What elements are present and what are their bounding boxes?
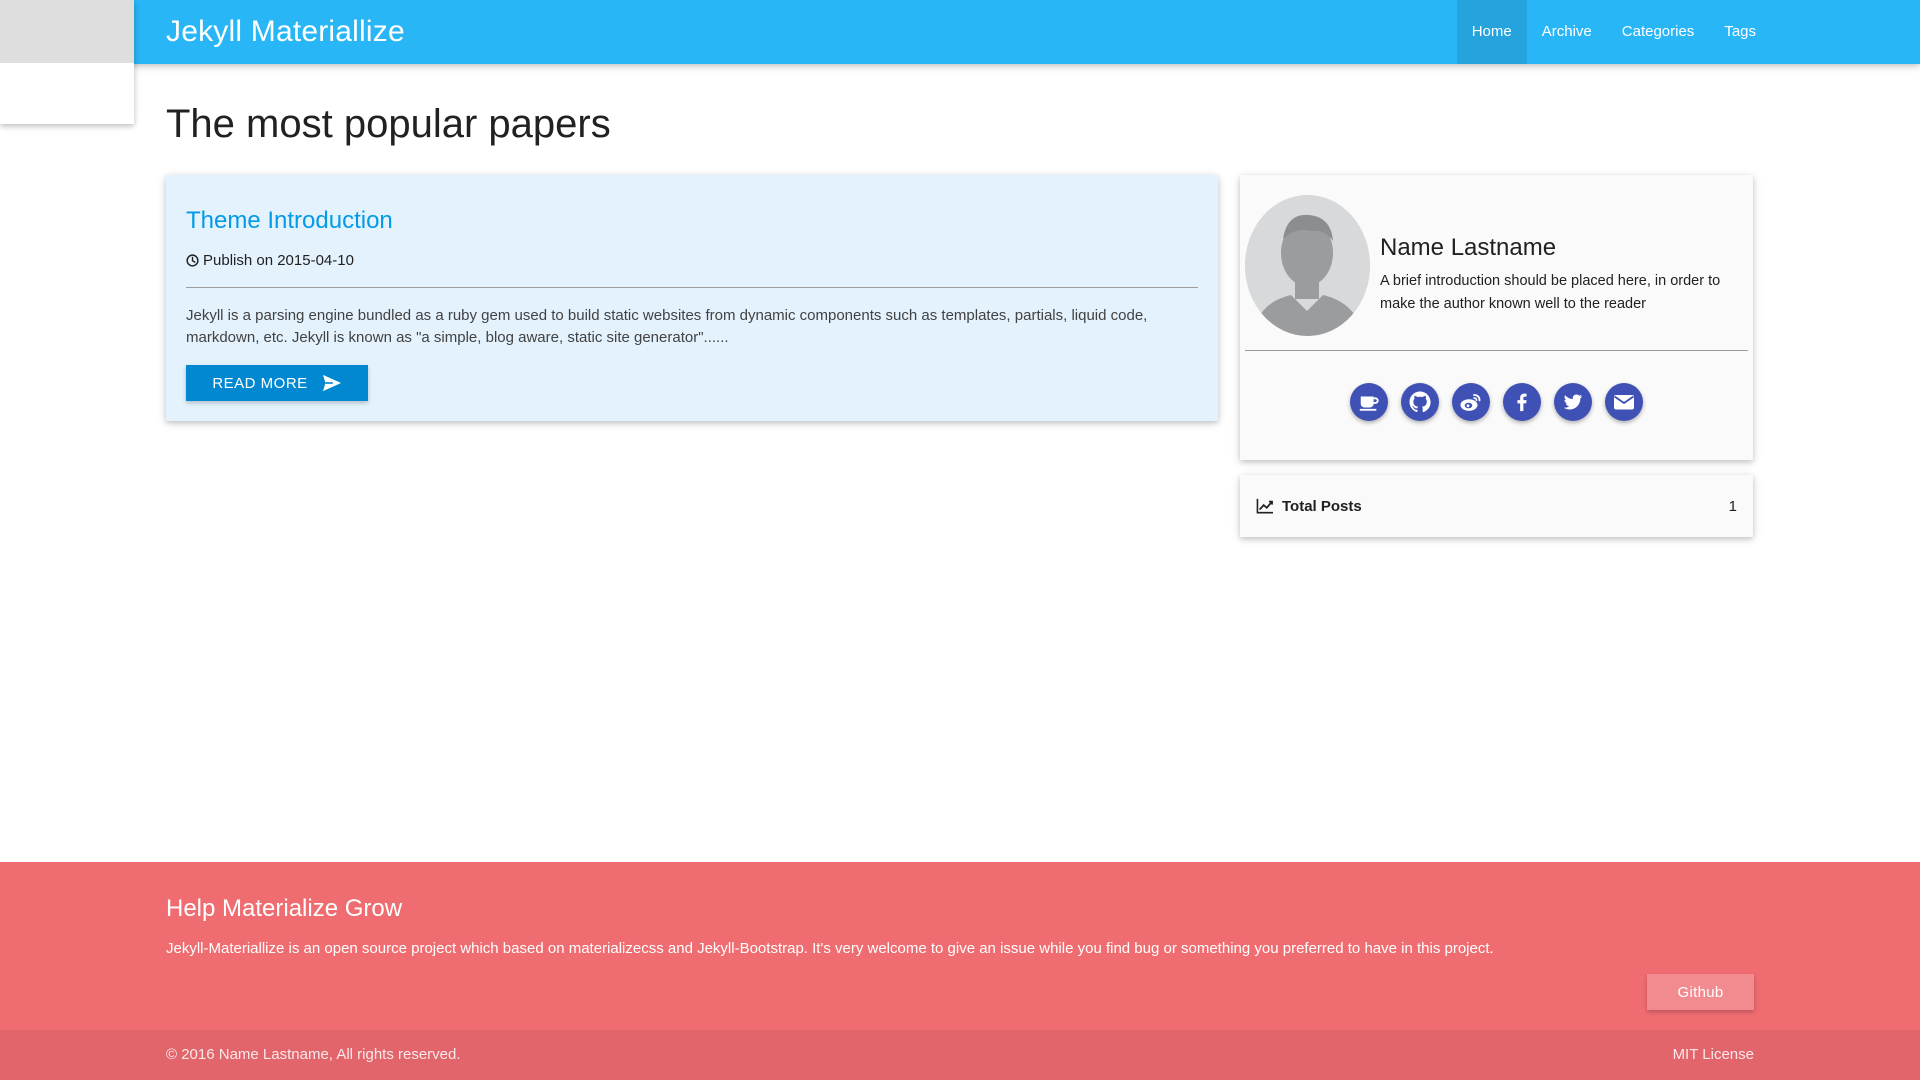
avatar bbox=[1245, 195, 1370, 336]
github-button[interactable]: Github bbox=[1647, 974, 1754, 1010]
copyright-text: © 2016 Name Lastname, All rights reserve… bbox=[166, 1046, 461, 1063]
line-chart-icon bbox=[1256, 498, 1273, 514]
brand-logo[interactable]: Jekyll Materiallize bbox=[166, 0, 405, 64]
coffee-icon bbox=[1359, 396, 1379, 411]
post-title-link[interactable]: Theme Introduction bbox=[186, 207, 393, 235]
publish-date: Publish on 2015-04-10 bbox=[203, 252, 354, 269]
facebook-link[interactable] bbox=[1503, 383, 1541, 421]
footer-description: Jekyll-Materiallize is an open source pr… bbox=[166, 940, 1494, 957]
weibo-link[interactable] bbox=[1452, 383, 1490, 421]
nav-spacer bbox=[1771, 0, 1920, 64]
read-more-button[interactable]: READ MORE bbox=[186, 365, 368, 401]
footer-copyright-bar: © 2016 Name Lastname, All rights reserve… bbox=[0, 1030, 1920, 1080]
side-panel-stub bbox=[0, 0, 134, 124]
nav-item-archive: Archive bbox=[1527, 0, 1607, 64]
total-posts-card: Total Posts 1 bbox=[1240, 475, 1753, 537]
github-link[interactable] bbox=[1401, 383, 1439, 421]
nav-item-tags: Tags bbox=[1709, 0, 1771, 64]
total-posts-label: Total Posts bbox=[1282, 497, 1362, 515]
profile-card: Name Lastname A brief introduction shoul… bbox=[1240, 175, 1753, 460]
twitter-link[interactable] bbox=[1554, 383, 1592, 421]
nav-link-categories[interactable]: Categories bbox=[1607, 0, 1710, 64]
clock-icon bbox=[186, 254, 199, 267]
author-bio: A brief introduction should be placed he… bbox=[1380, 273, 1721, 312]
social-links bbox=[1240, 383, 1753, 421]
nav-menu: Home Archive Categories Tags bbox=[1456, 0, 1920, 64]
nav-item-home: Home bbox=[1456, 0, 1527, 64]
post-divider bbox=[186, 287, 1198, 288]
top-navbar: Jekyll Materiallize Home Archive Categor… bbox=[0, 0, 1920, 64]
page-title: The most popular papers bbox=[166, 102, 611, 146]
side-panel-stub-header bbox=[0, 0, 134, 63]
weibo-icon bbox=[1460, 394, 1481, 411]
profile-divider bbox=[1245, 350, 1748, 351]
send-icon bbox=[322, 374, 341, 392]
envelope-icon bbox=[1613, 395, 1635, 410]
total-posts-count: 1 bbox=[1728, 497, 1737, 515]
nav-link-tags[interactable]: Tags bbox=[1709, 0, 1771, 64]
nav-item-categories: Categories bbox=[1607, 0, 1710, 64]
github-icon bbox=[1409, 391, 1431, 413]
coffee-link[interactable] bbox=[1350, 383, 1388, 421]
author-name: Name Lastname bbox=[1380, 234, 1557, 261]
page-footer: Help Materialize Grow Jekyll-Materialliz… bbox=[0, 862, 1920, 1080]
nav-link-home[interactable]: Home bbox=[1456, 0, 1527, 64]
person-silhouette-icon bbox=[1245, 195, 1370, 336]
nav-link-archive[interactable]: Archive bbox=[1527, 0, 1607, 64]
email-link[interactable] bbox=[1605, 383, 1643, 421]
twitter-icon bbox=[1563, 394, 1583, 410]
post-meta: Publish on 2015-04-10 bbox=[186, 252, 354, 269]
post-excerpt: Jekyll is a parsing engine bundled as a … bbox=[186, 307, 1148, 346]
facebook-icon bbox=[1517, 393, 1527, 412]
read-more-label: READ MORE bbox=[212, 374, 308, 392]
post-card: Theme Introduction Publish on 2015-04-10… bbox=[166, 175, 1218, 421]
license-link[interactable]: MIT License bbox=[1673, 1030, 1754, 1080]
footer-title: Help Materialize Grow bbox=[166, 895, 403, 922]
